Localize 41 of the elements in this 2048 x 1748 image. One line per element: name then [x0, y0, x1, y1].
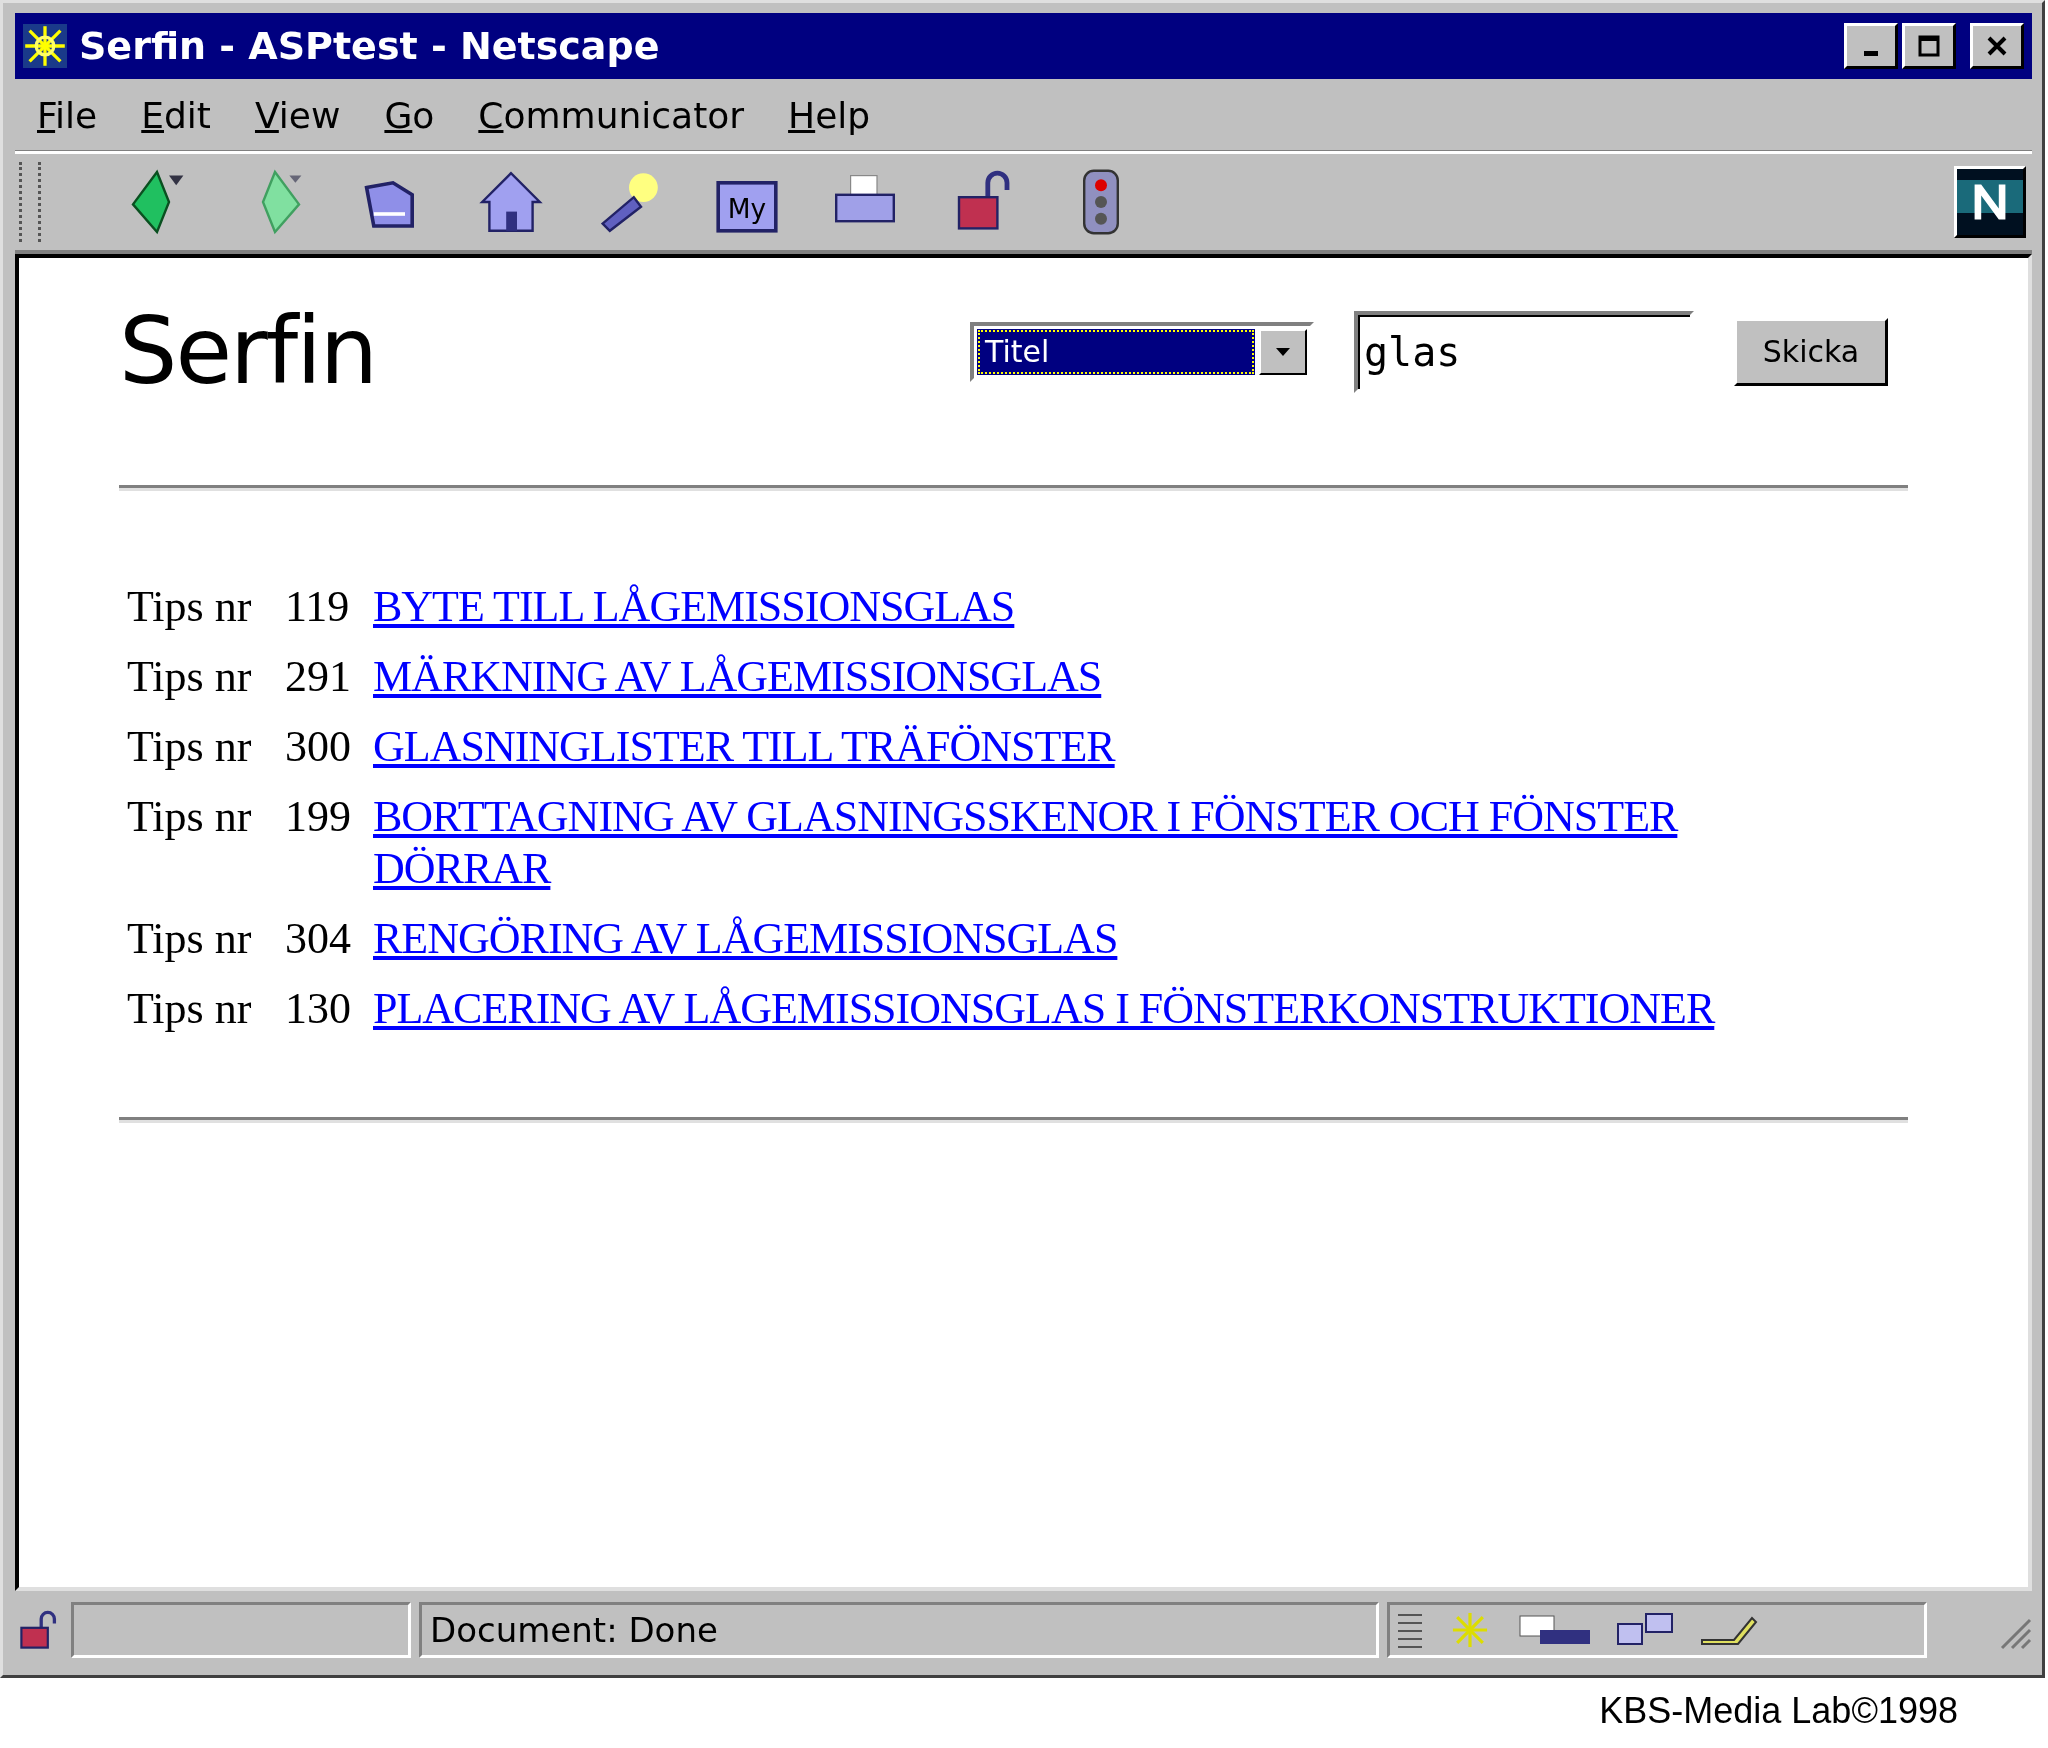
tip-number: 119	[285, 581, 351, 633]
tip-number: 199	[285, 791, 352, 843]
menu-item[interactable]: Edit	[141, 94, 211, 136]
status-text: Document: Done	[419, 1602, 1379, 1658]
field-dropdown[interactable]: Titel	[970, 321, 1314, 382]
tip-number: 130	[285, 983, 352, 1035]
copyright-caption: KBS-Media Lab©1998	[1598, 1690, 1959, 1732]
tip-label: Tips nr	[127, 651, 253, 703]
tip-link[interactable]: BORTTAGNING AV GLASNINGSSKENOR I FÖNSTER OCH FÖNSTER DÖRRAR	[373, 791, 1833, 895]
tip-label: Tips nr	[127, 791, 253, 843]
tip-link[interactable]: MÄRKNING AV LÅGEMISSIONSGLAS	[373, 651, 1833, 703]
menu-item[interactable]: Communicator	[478, 94, 745, 136]
starburst-icon	[23, 24, 67, 68]
tip-label: Tips nr	[127, 983, 253, 1035]
tip-link[interactable]: PLACERING AV LÅGEMISSIONSGLAS I FÖNSTERKONSTRUKTIONER	[373, 983, 1833, 1035]
toolbar-grip[interactable]	[19, 162, 41, 242]
tip-number: 300	[285, 721, 352, 773]
tip-label: Tips nr	[127, 913, 253, 965]
caret-icon	[1276, 347, 1290, 356]
submit-button[interactable]: Skicka	[1734, 317, 1888, 386]
n-logo-icon[interactable]	[1954, 166, 2026, 238]
tip-label: Tips nr	[127, 721, 253, 773]
tip-link[interactable]: BYTE TILL LÅGEMISSIONSGLAS	[373, 581, 1833, 633]
search-field[interactable]: glas	[1354, 310, 1694, 393]
tip-link[interactable]: RENGÖRING AV LÅGEMISSIONSGLAS	[373, 913, 1833, 965]
close-button[interactable]	[1970, 23, 2024, 69]
page-heading: Serfin	[119, 298, 377, 405]
minimize-button[interactable]	[1844, 23, 1898, 69]
minimize-icon	[1864, 50, 1878, 56]
tip-label: Tips nr	[127, 581, 253, 633]
tip-link[interactable]: GLASNINGLISTER TILL TRÄFÖNSTER	[373, 721, 1833, 773]
maximize-icon	[1917, 34, 1941, 58]
maximize-button[interactable]	[1902, 23, 1956, 69]
menu-item[interactable]: Go	[384, 94, 435, 136]
tip-number: 304	[285, 913, 352, 965]
tip-number: 291	[285, 651, 352, 703]
window-title: Serfin - ASPtest - Netscape	[79, 24, 661, 68]
close-icon	[1985, 34, 2009, 58]
menu-item[interactable]: Help	[788, 94, 871, 136]
menu-item[interactable]: View	[254, 94, 341, 136]
menu-item[interactable]: File	[37, 94, 98, 136]
